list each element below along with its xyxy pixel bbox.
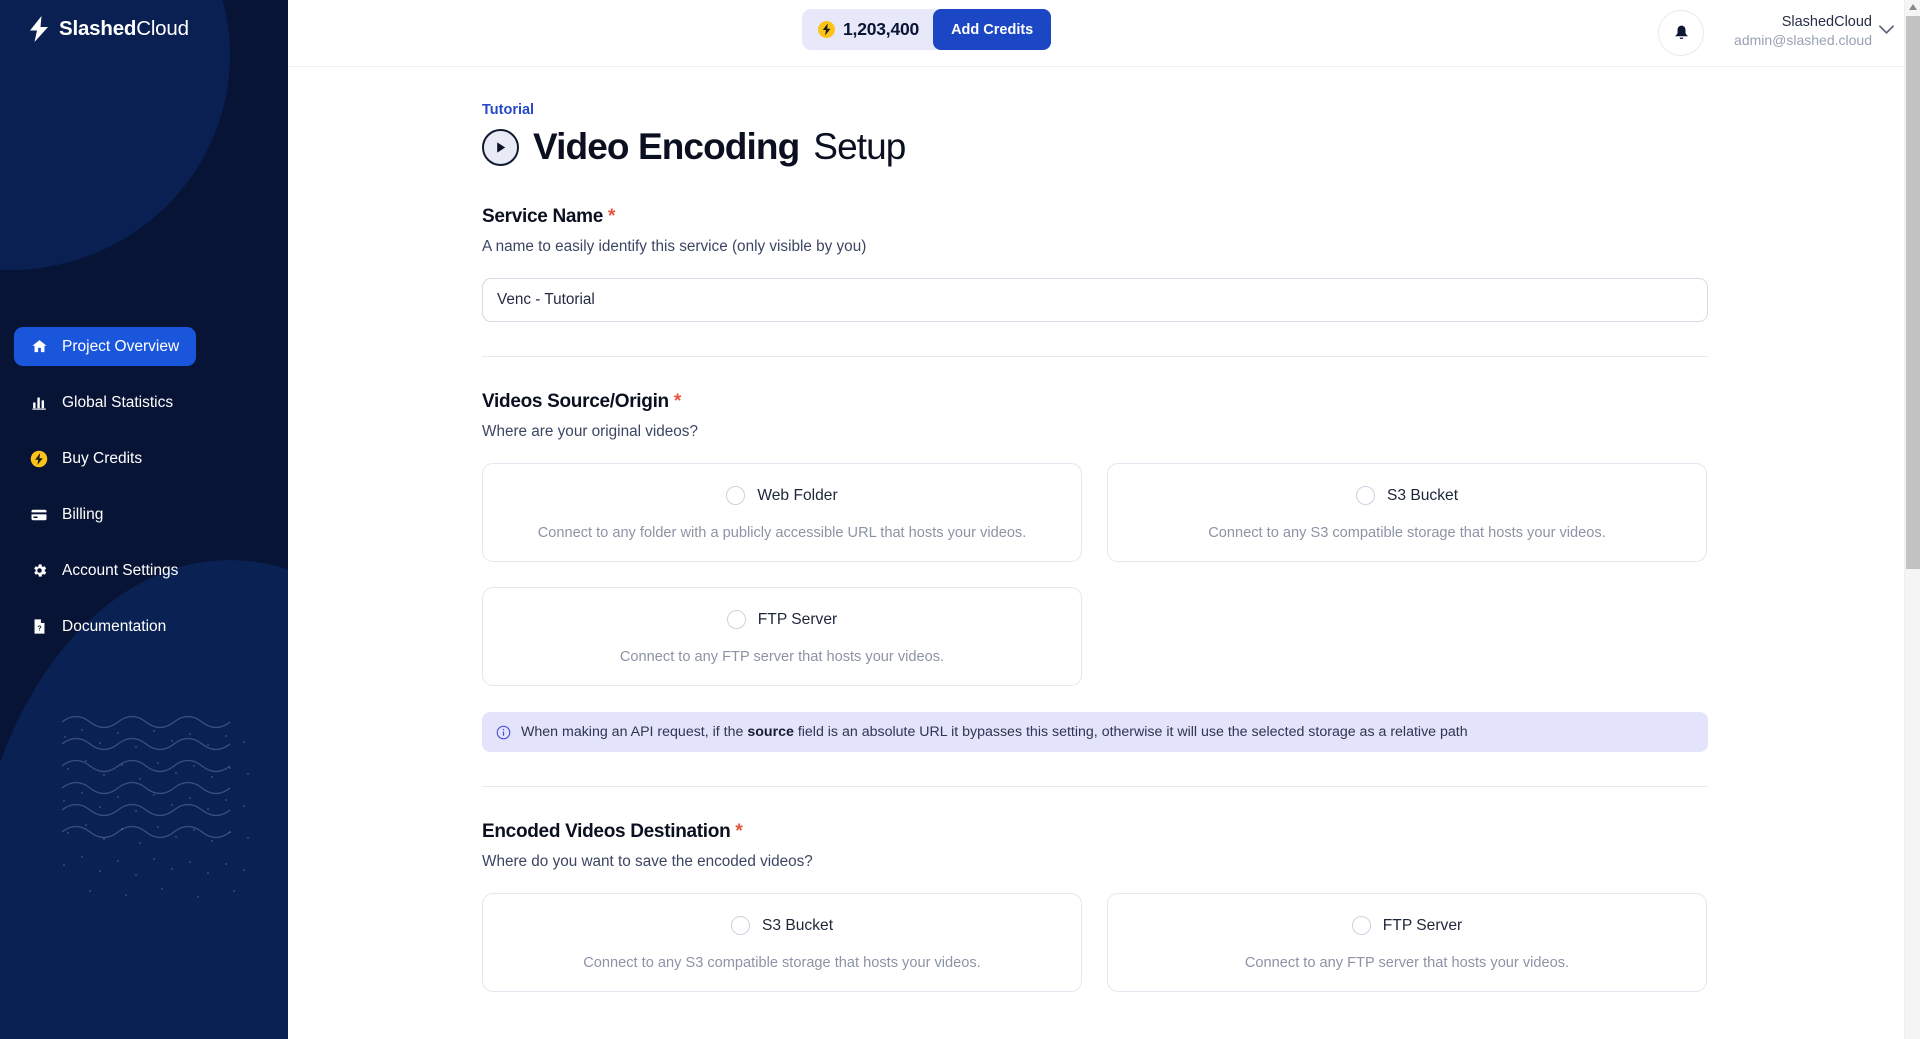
app-root: SlashedCloud Project Overview Global Sta… (0, 0, 1920, 1039)
lightning-bolt-icon (30, 16, 48, 42)
page-title: Video Encoding Setup (482, 126, 1708, 168)
service-name-help: A name to easily identify this service (… (482, 238, 867, 255)
credit-card-icon (30, 506, 48, 524)
source-options: Web Folder Connect to any folder with a … (482, 463, 1708, 686)
divider (482, 786, 1708, 787)
destination-option-s3-bucket[interactable]: S3 Bucket Connect to any S3 compatible s… (482, 893, 1082, 992)
sidebar-item-buy-credits[interactable]: Buy Credits (14, 439, 274, 478)
scrollbar-thumb[interactable] (1906, 16, 1920, 569)
info-banner-text: When making an API request, if the sourc… (521, 724, 1468, 740)
radio-button[interactable] (730, 916, 750, 935)
required-indicator: * (735, 821, 743, 842)
option-header: S3 Bucket (1126, 486, 1688, 505)
option-title: FTP Server (1382, 916, 1463, 934)
option-description: Connect to any folder with a publicly ac… (537, 525, 1027, 541)
source-info-banner: When making an API request, if the sourc… (482, 712, 1708, 752)
required-indicator: * (673, 391, 681, 412)
option-title: FTP Server (757, 610, 838, 628)
sidebar-nav: Project Overview Global Statistics Buy C… (14, 327, 274, 663)
option-title: S3 Bucket (761, 916, 834, 934)
service-name-label-text: Service Name (482, 206, 604, 227)
destination-option-ftp-server[interactable]: FTP Server Connect to any FTP server tha… (1107, 893, 1707, 992)
main-area: 1,203,400 Add Credits SlashedCloud admin… (288, 0, 1920, 1039)
option-header: FTP Server (1126, 916, 1688, 935)
option-description: Connect to any S3 compatible storage tha… (1208, 525, 1606, 541)
option-header: S3 Bucket (501, 916, 1063, 935)
sidebar-decor-dots (63, 729, 249, 898)
info-circle-icon (496, 725, 511, 739)
sidebar-item-project-overview[interactable]: Project Overview (14, 327, 196, 366)
user-menu[interactable]: SlashedCloud admin@slashed.cloud (1734, 13, 1872, 49)
source-option-ftp-server[interactable]: FTP Server Connect to any FTP server tha… (482, 587, 1082, 686)
service-name-input[interactable] (482, 278, 1708, 322)
brand-name-bold: Slashed (59, 17, 137, 40)
brand-name: SlashedCloud (59, 17, 189, 41)
option-description: Connect to any S3 compatible storage tha… (583, 955, 981, 971)
gear-icon (30, 562, 48, 580)
option-description: Connect to any FTP server that hosts you… (619, 649, 945, 665)
option-description: Connect to any FTP server that hosts you… (1244, 955, 1570, 971)
lightning-bolt-circle-icon (30, 450, 48, 468)
service-name-label: Service Name * (482, 206, 1708, 228)
sidebar-item-global-statistics[interactable]: Global Statistics (14, 383, 274, 422)
option-title: Web Folder (757, 486, 838, 504)
svg-text:?: ? (37, 624, 41, 632)
radio-button[interactable] (1355, 486, 1375, 505)
page-scrollbar[interactable] (1904, 0, 1920, 1039)
brand-name-light: Cloud (136, 17, 189, 40)
bell-icon (1674, 25, 1688, 39)
page-content: Tutorial Video Encoding Setup Service Na… (288, 67, 1920, 1039)
chevron-down-icon[interactable] (1879, 25, 1894, 35)
radio-button[interactable] (726, 610, 746, 629)
form-container: Tutorial Video Encoding Setup Service Na… (482, 67, 1708, 992)
radio-button[interactable] (726, 486, 746, 505)
topbar: 1,203,400 Add Credits SlashedCloud admin… (288, 0, 1920, 67)
sidebar-item-documentation[interactable]: ? Documentation (14, 607, 274, 646)
source-help: Where are your original videos? (482, 423, 698, 440)
option-header: Web Folder (501, 486, 1063, 505)
info-text-strong: source (747, 724, 794, 740)
radio-button[interactable] (1351, 916, 1371, 935)
sidebar-item-label: Project Overview (62, 337, 180, 355)
sidebar-item-label: Billing (62, 505, 104, 523)
brand-logo[interactable]: SlashedCloud (28, 16, 189, 42)
source-option-web-folder[interactable]: Web Folder Connect to any folder with a … (482, 463, 1082, 562)
lightning-bolt-icon (818, 21, 835, 38)
sidebar: SlashedCloud Project Overview Global Sta… (0, 0, 288, 1039)
user-email: admin@slashed.cloud (1734, 32, 1872, 48)
user-name: SlashedCloud (1781, 14, 1872, 30)
home-icon (30, 338, 48, 356)
destination-options: S3 Bucket Connect to any S3 compatible s… (482, 893, 1708, 992)
sidebar-item-label: Global Statistics (62, 393, 174, 411)
play-circle-icon (482, 128, 519, 166)
destination-label-text: Encoded Videos Destination (482, 821, 731, 842)
document-question-icon: ? (30, 618, 48, 636)
notifications-button[interactable] (1658, 10, 1704, 56)
add-credits-button[interactable]: Add Credits (933, 9, 1052, 50)
source-label: Videos Source/Origin * (482, 391, 1708, 413)
sidebar-item-label: Account Settings (62, 561, 179, 579)
breadcrumb: Tutorial (482, 102, 535, 118)
info-text-post: field is an absolute URL it bypasses thi… (793, 724, 1468, 740)
destination-label: Encoded Videos Destination * (482, 821, 1708, 843)
divider (482, 356, 1708, 357)
scroll-up-arrow-icon[interactable] (1908, 3, 1918, 11)
page-title-light: Setup (813, 126, 906, 167)
bar-chart-icon (30, 394, 48, 412)
required-indicator: * (608, 206, 616, 227)
destination-help: Where do you want to save the encoded vi… (482, 853, 813, 870)
source-label-text: Videos Source/Origin (482, 391, 669, 412)
sidebar-item-billing[interactable]: Billing (14, 495, 274, 534)
page-title-bold: Video Encoding (533, 126, 800, 167)
info-text-pre: When making an API request, if the (521, 724, 748, 740)
option-title: S3 Bucket (1386, 486, 1459, 504)
source-option-s3-bucket[interactable]: S3 Bucket Connect to any S3 compatible s… (1107, 463, 1707, 562)
option-header: FTP Server (501, 610, 1063, 629)
sidebar-item-label: Documentation (62, 617, 167, 635)
credits-balance: 1,203,400 (843, 19, 920, 39)
credits-pill: 1,203,400 Add Credits (802, 9, 1052, 50)
sidebar-item-account-settings[interactable]: Account Settings (14, 551, 274, 590)
sidebar-item-label: Buy Credits (62, 449, 143, 467)
